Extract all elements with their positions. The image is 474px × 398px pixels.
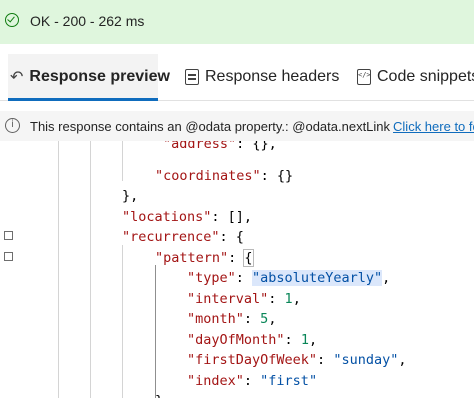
success-check-icon [5,13,19,27]
code-line: }, [122,188,139,204]
tab-code-snippets[interactable]: Code snippets [357,54,474,100]
info-message-bar: i This response contains an @odata prope… [0,111,474,141]
code-line: "coordinates": {} [155,168,294,184]
indent-guide [122,245,123,398]
info-icon: i [5,118,20,133]
code-line: "index": "first" [187,373,318,389]
indent-guide [90,141,91,398]
tab-response-headers[interactable]: Response headers [185,54,339,100]
info-message: This response contains an @odata propert… [30,119,391,134]
code-snippet-icon [357,69,371,85]
tab-response-preview[interactable]: ↶ Response preview [8,54,170,101]
tab-label: Code snippets [377,68,474,85]
selected-text: "absoluteYearly" [252,270,383,286]
code-line: "pattern": { [155,249,254,267]
tab-label: Response preview [29,68,170,85]
code-line: "interval": 1, [187,291,301,307]
code-line: "locations": [], [122,209,253,225]
code-line: "dayOfMonth": 1, [187,332,318,348]
code-line: "type": "absoluteYearly", [187,270,391,286]
json-response-viewer[interactable]: "address": {}, "coordinates": {} }, "loc… [0,141,474,398]
fold-toggle[interactable] [4,231,13,240]
indent-guide [122,141,123,181]
code-line: }, [155,391,171,398]
status-text: OK - 200 - 262 ms [30,13,145,29]
indent-guide-active [155,265,156,398]
code-line: "firstDayOfWeek": "sunday", [187,352,407,368]
indent-guide [58,141,59,398]
headers-icon [185,69,199,85]
code-line: "month": 5, [187,311,277,327]
code-line: "address": {}, [163,141,277,152]
fold-toggle[interactable] [4,252,13,261]
tab-label: Response headers [205,68,340,85]
status-bar: OK - 200 - 262 ms [0,0,474,44]
undo-arrow-icon: ↶ [10,69,24,86]
next-link[interactable]: Click here to fo [393,119,474,134]
info-text: This response contains an @odata propert… [30,119,474,134]
code-line: "recurrence": { [122,229,244,245]
response-tabs: ↶ Response preview Response headers Code… [0,54,474,101]
